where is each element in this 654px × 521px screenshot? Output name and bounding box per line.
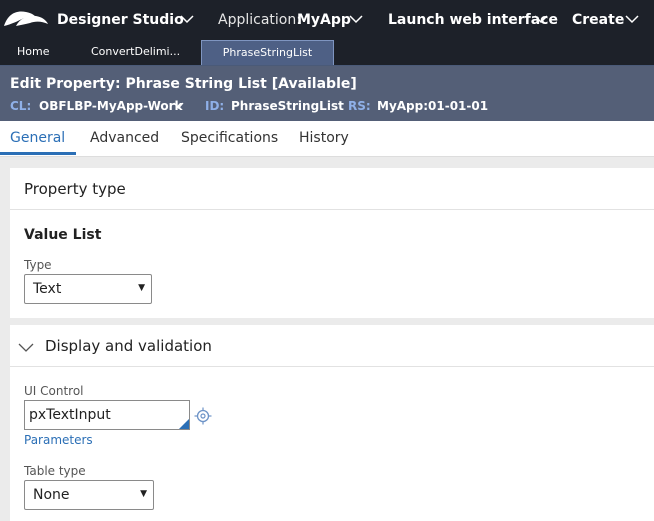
panel-divider	[10, 366, 654, 367]
parameters-link[interactable]: Parameters	[24, 433, 93, 447]
panel-divider	[10, 209, 654, 210]
create-menu[interactable]: Create	[572, 12, 624, 28]
tab-convertdelimi[interactable]: ConvertDelimi...	[91, 40, 180, 64]
ui-control-value: pxTextInput	[29, 407, 111, 423]
tab-home[interactable]: Home	[17, 40, 49, 64]
rs-value: MyApp:01-01-01	[377, 99, 489, 113]
autocomplete-corner-icon	[179, 419, 189, 429]
tab-general[interactable]: General	[10, 130, 65, 146]
value-list-heading: Value List	[24, 227, 102, 243]
pega-logo-icon[interactable]	[2, 8, 48, 28]
type-select-value: Text	[33, 281, 62, 297]
display-validation-title[interactable]: Display and validation	[45, 337, 212, 355]
active-tab-indicator	[0, 152, 76, 155]
table-type-value: None	[33, 487, 70, 503]
tab-specifications[interactable]: Specifications	[181, 130, 278, 146]
rule-form-tabs: General Advanced Specifications History	[0, 121, 654, 157]
status-badge: [Available]	[271, 76, 357, 92]
cl-label: CL:	[10, 99, 32, 113]
display-validation-panel: Display and validation UI Control pxText…	[10, 325, 654, 521]
studio-chevron-down-icon[interactable]	[180, 14, 194, 24]
type-select[interactable]: Text ▼	[24, 274, 152, 304]
table-type-label: Table type	[24, 464, 86, 478]
launch-web-interface-menu[interactable]: Launch web interface	[388, 12, 558, 28]
rs-label: RS:	[348, 99, 371, 113]
launch-chevron-down-icon[interactable]	[534, 14, 548, 24]
caret-down-icon: ▼	[140, 489, 147, 499]
create-chevron-down-icon[interactable]	[625, 14, 639, 24]
table-type-select[interactable]: None ▼	[24, 480, 154, 510]
target-crosshair-icon[interactable]	[194, 407, 212, 425]
type-label: Type	[24, 258, 52, 272]
ui-control-input[interactable]: pxTextInput	[24, 400, 190, 430]
caret-down-icon: ▼	[138, 283, 145, 293]
property-type-title: Property type	[24, 180, 126, 198]
studio-menu[interactable]: Designer Studio	[57, 12, 184, 28]
ui-control-label: UI Control	[24, 384, 84, 398]
property-name: Phrase String List	[125, 76, 267, 92]
rule-header: Edit Property: Phrase String List [Avail…	[0, 66, 654, 121]
page-title: Edit Property: Phrase String List [Avail…	[10, 76, 357, 92]
document-tab-bar: Home ConvertDelimi... PhraseStringList	[0, 40, 654, 66]
id-label: ID:	[205, 99, 225, 113]
cl-chevron-down-icon[interactable]	[173, 102, 184, 110]
application-value[interactable]: MyApp	[297, 12, 351, 28]
top-bar: Designer Studio Application: MyApp Launc…	[0, 0, 654, 40]
cl-value[interactable]: OBFLBP-MyApp-Work	[39, 99, 183, 113]
tab-history[interactable]: History	[299, 130, 349, 146]
property-type-panel: Property type Value List Type Text ▼	[10, 168, 654, 318]
id-value: PhraseStringList	[231, 99, 344, 113]
collapse-chevron-icon[interactable]	[18, 343, 34, 353]
tab-advanced[interactable]: Advanced	[90, 130, 159, 146]
edit-property-label: Edit Property:	[10, 76, 121, 92]
tab-phrasestringlist[interactable]: PhraseStringList	[201, 40, 334, 65]
application-chevron-down-icon[interactable]	[349, 14, 363, 24]
application-label: Application:	[218, 12, 301, 28]
